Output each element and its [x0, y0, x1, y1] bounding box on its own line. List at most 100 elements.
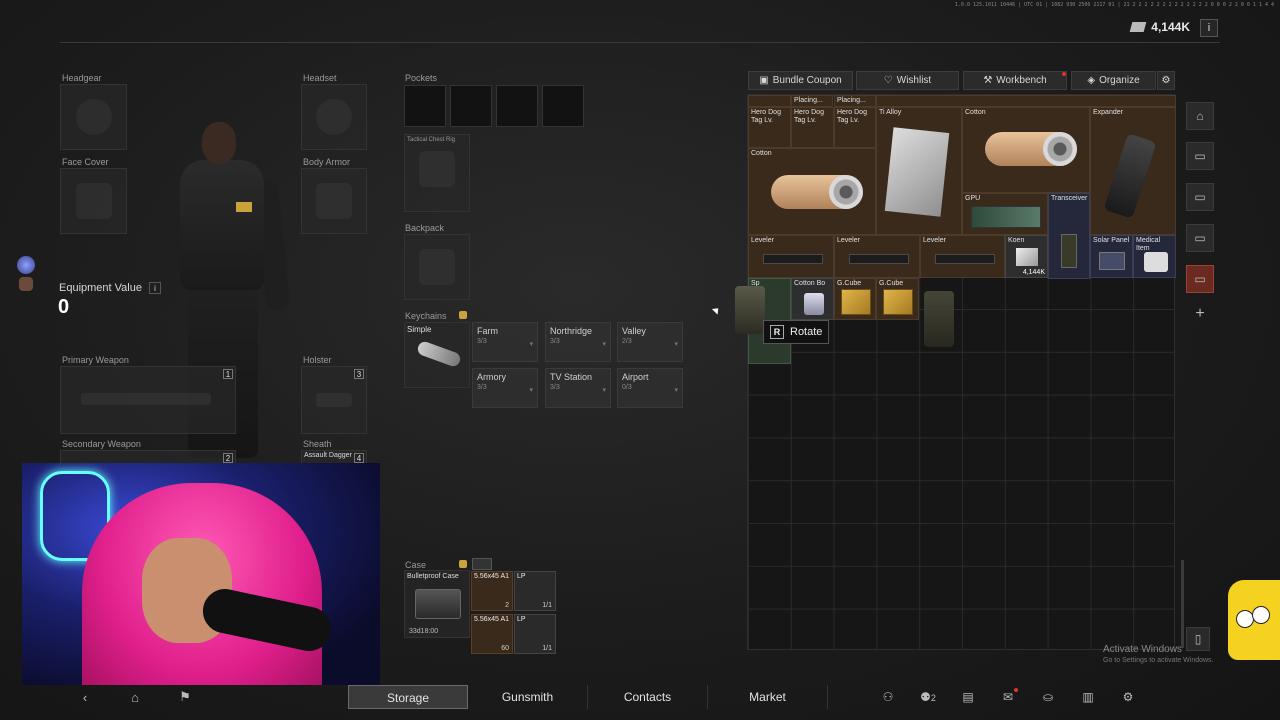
stash-item-cotton-box[interactable]: Cotton Bo: [791, 278, 834, 320]
tab-wishlist[interactable]: ♡ Wishlist: [856, 71, 959, 90]
home-button[interactable]: ⌂: [110, 690, 160, 705]
stash-item-gcube[interactable]: G.Cube: [876, 278, 919, 320]
back-button[interactable]: ‹: [60, 690, 110, 705]
leveler-icon: [935, 254, 995, 264]
item-name: Expander: [1093, 109, 1123, 116]
character-icon[interactable]: [19, 277, 33, 291]
journal-button[interactable]: ▥: [1068, 690, 1108, 704]
case-ammo-slot[interactable]: 5.56x45 A1 60: [471, 614, 513, 654]
pocket-slot[interactable]: [496, 85, 538, 127]
tab-storage[interactable]: Storage: [348, 685, 468, 709]
sheath-label: Sheath: [303, 439, 332, 449]
case-ammo-slot[interactable]: 5.56x45 A1 2: [471, 571, 513, 611]
settings-button[interactable]: ⚙: [1108, 690, 1148, 704]
currency-info-button[interactable]: i: [1200, 19, 1218, 37]
add-stash-page-button[interactable]: +: [1186, 300, 1214, 328]
flag-button[interactable]: ⚑: [160, 689, 210, 705]
chat-button[interactable]: ▤: [948, 690, 988, 704]
equipment-value-info-button[interactable]: i: [149, 282, 161, 294]
stash-grid[interactable]: Placing... Placing... Hero Dog Tag Lv. H…: [747, 94, 1176, 650]
stash-page-4-button[interactable]: ▭: [1186, 224, 1214, 252]
tab-market[interactable]: Market: [708, 685, 828, 709]
keychains-label: Keychains: [405, 311, 447, 321]
keychain-slot-tv-station[interactable]: TV Station 3/3 ▾: [545, 368, 611, 408]
stash-item-cotton[interactable]: Cotton: [748, 148, 876, 235]
case-label: Case: [405, 560, 427, 570]
chest-rig-slot[interactable]: Tactical Chest Rig: [404, 134, 470, 212]
keychain-slot-valley[interactable]: Valley 2/3 ▾: [617, 322, 683, 362]
stash-page-5-button[interactable]: ▭: [1186, 265, 1214, 293]
keychain-slot-farm[interactable]: Farm 3/3 ▾: [472, 322, 538, 362]
home-stash-button[interactable]: ⌂: [1186, 102, 1214, 130]
keychain-slot-count: 3/3: [550, 338, 560, 345]
stash-item[interactable]: Placing...: [791, 95, 833, 107]
squad-button[interactable]: ⚇: [868, 690, 908, 704]
mail-button[interactable]: ✉: [988, 688, 1028, 704]
notification-dot: [1014, 688, 1018, 692]
tab-bundle-coupon[interactable]: ▣ Bundle Coupon: [748, 71, 853, 90]
keychain-main-slot[interactable]: Simple: [404, 322, 470, 388]
expander-tool-icon: [1103, 133, 1157, 219]
case-slot[interactable]: Bulletproof Case 33d18:00: [404, 570, 470, 638]
shop-button[interactable]: ⛀: [1028, 690, 1068, 704]
stash-item-koen[interactable]: Koen 4,144K: [1005, 235, 1048, 278]
pocket-slot[interactable]: [404, 85, 446, 127]
friends-button[interactable]: ⚉2: [908, 690, 948, 704]
case-pin-button[interactable]: [472, 558, 492, 570]
stash-settings-button[interactable]: ⚙: [1157, 71, 1175, 90]
stash-item-ti-alloy[interactable]: Ti Alloy: [876, 107, 962, 235]
stash-item-dogtag[interactable]: Hero Dog Tag Lv.: [834, 107, 876, 148]
stash-item-dogtag[interactable]: Hero Dog Tag Lv.: [791, 107, 834, 148]
backpack-slot[interactable]: [404, 234, 470, 300]
body-armor-slot[interactable]: [301, 168, 367, 234]
stash-item-cotton[interactable]: Cotton: [962, 107, 1090, 193]
tab-workbench[interactable]: ⚒ Workbench: [963, 71, 1067, 90]
keychain-slot-airport[interactable]: Airport 0/3 ▾: [617, 368, 683, 408]
profile-badge-icon[interactable]: [17, 256, 35, 274]
keychain-slot-name: Airport: [622, 372, 649, 382]
item-name: GPU: [965, 195, 981, 202]
stash-scrollbar[interactable]: [1181, 560, 1184, 648]
box-icon: ▭: [1194, 272, 1206, 286]
stash-item[interactable]: [748, 95, 791, 107]
stash-item-expander[interactable]: Expander: [1090, 107, 1176, 235]
stash-item-medical[interactable]: Medical Item: [1133, 235, 1176, 278]
tab-organize[interactable]: ◈ Organize: [1071, 71, 1156, 90]
stash-item-leveler[interactable]: Leveler: [920, 235, 1005, 278]
stash-item-leveler[interactable]: Leveler: [748, 235, 834, 278]
keychain-slot-armory[interactable]: Armory 3/3 ▾: [472, 368, 538, 408]
stash-item-solar-panel[interactable]: Solar Panel: [1090, 235, 1133, 278]
case-lp-slot[interactable]: LP 1/1: [514, 571, 556, 611]
stash-page-3-button[interactable]: ▭: [1186, 183, 1214, 211]
holster-slot[interactable]: 3: [301, 366, 367, 434]
item-name: Placing...: [794, 97, 823, 104]
item-name: Leveler: [923, 237, 946, 244]
keychain-slot-northridge[interactable]: Northridge 3/3 ▾: [545, 322, 611, 362]
stash-item-gpu[interactable]: GPU: [962, 193, 1048, 235]
secondary-weapon-slot[interactable]: 2: [60, 450, 236, 464]
dragged-item-icon[interactable]: [735, 286, 765, 334]
sheath-slot[interactable]: Assault Dagger 4: [301, 450, 367, 464]
stash-item-transceiver[interactable]: Transceiver: [1048, 193, 1090, 279]
stash-item-gcube[interactable]: G.Cube: [834, 278, 876, 320]
primary-weapon-slot[interactable]: 1: [60, 366, 236, 434]
cartoon-sticker: [1222, 560, 1280, 660]
pocket-slot[interactable]: [542, 85, 584, 127]
stash-page-2-button[interactable]: ▭: [1186, 142, 1214, 170]
pocket-slot[interactable]: [450, 85, 492, 127]
mouse-cursor-icon: [711, 305, 722, 315]
item-name: Cotton Bo: [794, 280, 826, 287]
case-lp-slot[interactable]: LP 1/1: [514, 614, 556, 654]
stash-item-row[interactable]: [876, 95, 1176, 107]
tab-contacts[interactable]: Contacts: [588, 685, 708, 709]
headset-slot[interactable]: [301, 84, 367, 150]
tab-gunsmith[interactable]: Gunsmith: [468, 685, 588, 709]
trash-button[interactable]: ▯: [1186, 627, 1210, 651]
stash-item-dogtag[interactable]: Hero Dog Tag Lv.: [748, 107, 791, 148]
headgear-slot[interactable]: [60, 84, 127, 150]
stash-item[interactable]: Placing...: [834, 95, 876, 107]
headset-label: Headset: [303, 73, 337, 83]
stash-item-leveler[interactable]: Leveler: [834, 235, 920, 278]
face-cover-slot[interactable]: [60, 168, 127, 234]
item-name: Leveler: [837, 237, 860, 244]
